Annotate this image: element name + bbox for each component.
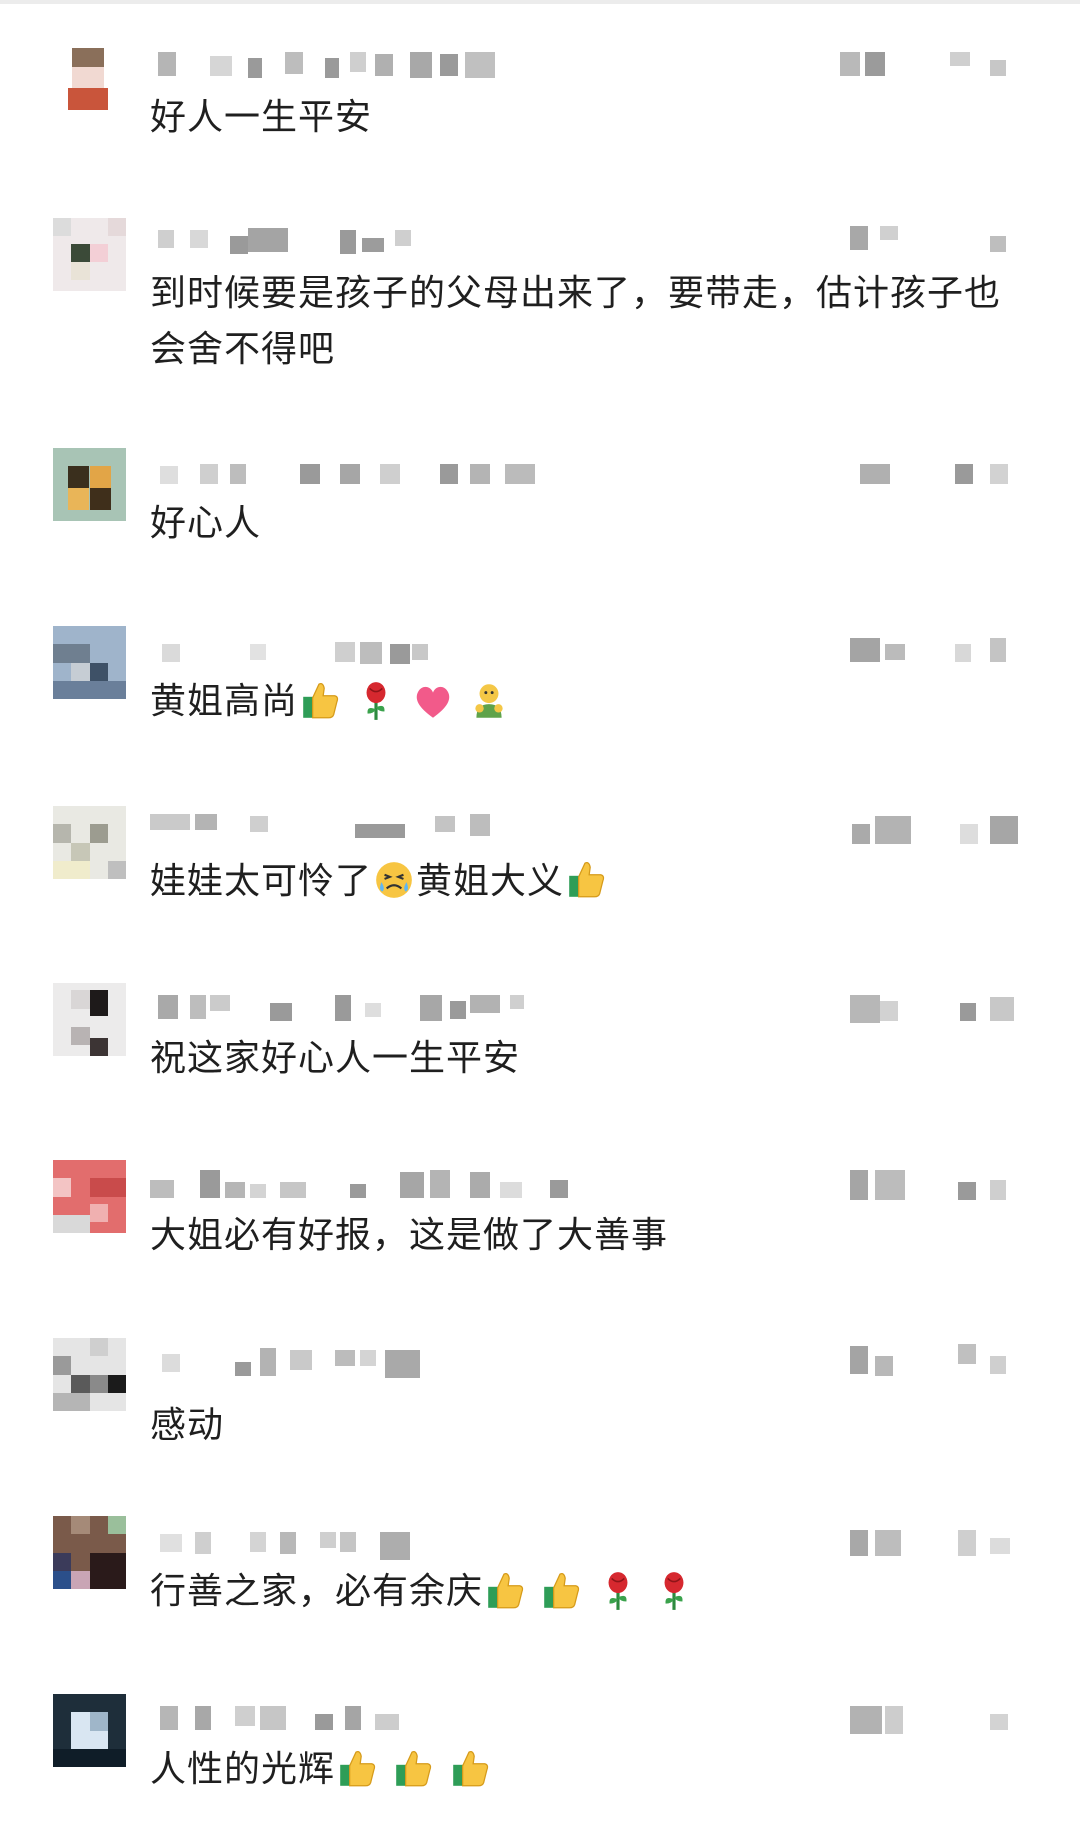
username-blurred[interactable] <box>150 1520 530 1560</box>
avatar[interactable] <box>53 1338 126 1411</box>
comment-text: 人性的光辉 <box>150 1742 1040 1799</box>
comment-text-span: 娃娃太可怜了 <box>150 861 373 902</box>
rose-icon <box>664 1572 684 1610</box>
comment-text: 祝这家好心人一生平安 <box>150 1038 521 1079</box>
comment-text: 好人一生平安 <box>150 97 373 138</box>
comment-text: 好心人 <box>150 503 262 544</box>
comment-text-span: 黄姐大义 <box>416 861 565 902</box>
comment-item: 行善之家，必有余庆 <box>0 1508 1080 1638</box>
comment-item: 祝这家好心人一生平安 <box>0 975 1080 1095</box>
thumbs-up-icon <box>544 1573 580 1609</box>
username-blurred[interactable] <box>150 987 530 1023</box>
timestamp-blurred <box>840 1520 1030 1556</box>
username-blurred[interactable] <box>150 452 535 488</box>
comment-item: 感动 <box>0 1330 1080 1460</box>
comment-text: 大姐必有好报，这是做了大善事 <box>150 1215 669 1256</box>
timestamp-blurred <box>840 630 1030 666</box>
heart-icon <box>416 686 450 718</box>
username-blurred[interactable] <box>150 630 530 666</box>
comment-item: 黄姐高尚 <box>0 618 1080 738</box>
avatar[interactable] <box>53 448 126 521</box>
avatar[interactable] <box>68 48 108 110</box>
username-blurred[interactable] <box>150 1164 568 1200</box>
comment-text: 黄姐高尚 <box>150 674 1040 731</box>
thumbs-up-icon <box>340 1751 376 1787</box>
avatar[interactable] <box>53 806 126 879</box>
comment-item: 大姐必有好报，这是做了大善事 <box>0 1152 1080 1272</box>
thumbs-up-icon <box>396 1751 432 1787</box>
timestamp-blurred <box>840 1164 1030 1200</box>
hug-icon <box>475 684 504 718</box>
comment-text: 到时候要是孩子的父母出来了，要带走，估计孩子也会舍不得吧 <box>150 273 1002 370</box>
timestamp-blurred <box>840 987 1030 1023</box>
avatar[interactable] <box>53 218 126 291</box>
comment-text: 感动 <box>150 1405 225 1446</box>
comment-item: 好人一生平安 <box>0 34 1080 154</box>
username-blurred[interactable] <box>150 222 530 258</box>
comment-item: 到时候要是孩子的父母出来了，要带走，估计孩子也会舍不得吧 <box>0 210 1080 370</box>
comment-item: 人性的光辉 <box>0 1686 1080 1826</box>
thumbs-up-icon <box>303 683 339 719</box>
thumbs-up-icon <box>488 1573 524 1609</box>
avatar[interactable] <box>53 1694 126 1767</box>
avatar[interactable] <box>53 626 126 699</box>
rose-icon <box>608 1572 628 1610</box>
timestamp-blurred <box>840 1698 1030 1734</box>
timestamp-blurred <box>840 1342 1030 1378</box>
comment-text-span: 黄姐高尚 <box>150 681 299 722</box>
username-blurred[interactable] <box>150 1698 530 1734</box>
comment-text-span: 人性的光辉 <box>150 1749 336 1790</box>
timestamp-blurred <box>840 222 1030 258</box>
thumbs-up-icon <box>569 862 605 898</box>
thumbs-up-icon <box>453 1751 489 1787</box>
avatar[interactable] <box>53 1160 126 1233</box>
rose-icon <box>367 682 386 720</box>
username-blurred[interactable] <box>150 46 530 82</box>
timestamp-blurred <box>840 46 1030 82</box>
username-blurred[interactable] <box>150 1342 530 1378</box>
comment-list: 好人一生平安 到时候要是孩子的父母出来了，要带走，估计孩子也会舍不得吧 好心人 … <box>0 0 1080 1835</box>
crying-face-icon <box>376 862 412 898</box>
timestamp-blurred <box>840 810 1030 846</box>
username-blurred[interactable] <box>150 810 530 846</box>
comment-text-span: 行善之家，必有余庆 <box>150 1571 484 1612</box>
avatar[interactable] <box>53 983 126 1056</box>
avatar[interactable] <box>53 1516 126 1589</box>
comment-text: 行善之家，必有余庆 <box>150 1564 1040 1621</box>
comment-item: 娃娃太可怜了 黄姐大义 <box>0 798 1080 918</box>
comment-text: 娃娃太可怜了 黄姐大义 <box>150 854 1040 910</box>
comment-item: 好心人 <box>0 440 1080 560</box>
timestamp-blurred <box>840 452 1030 488</box>
